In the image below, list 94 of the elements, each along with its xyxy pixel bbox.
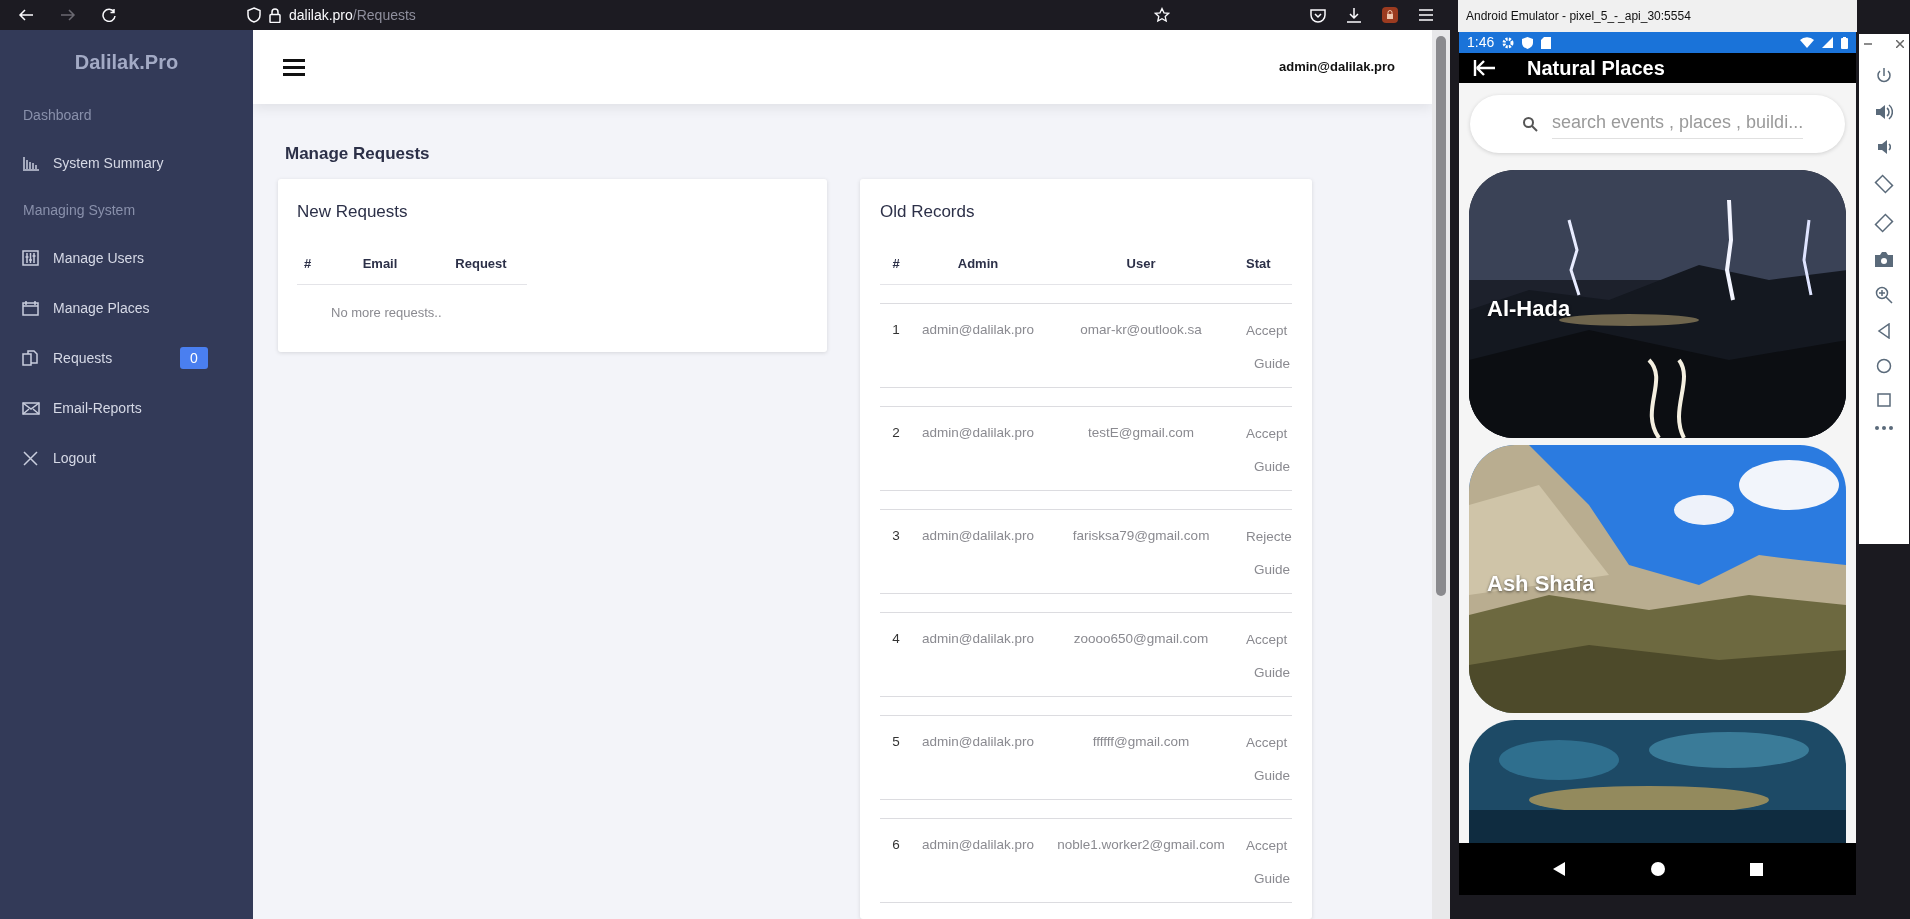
column-header: # xyxy=(892,254,900,273)
overview-icon[interactable] xyxy=(1750,862,1764,876)
scrollbar[interactable] xyxy=(1432,30,1450,919)
download-icon[interactable] xyxy=(1346,7,1362,23)
sidebar-item[interactable]: Manage Users xyxy=(0,233,253,283)
column-header: User xyxy=(1126,254,1156,273)
column-header: Stat xyxy=(1246,254,1271,273)
table-cell-text: farisksa79@gmail.com xyxy=(1072,527,1210,546)
table-cell-text: 1 xyxy=(892,321,900,340)
table-cell-text: admin@dalilak.pro xyxy=(922,321,1034,340)
envelope-icon xyxy=(22,400,40,416)
table-cell-text: ffffff@gmail.com xyxy=(1092,733,1190,752)
extension-icon[interactable] xyxy=(1382,7,1398,23)
place-name[interactable]: Al-Hada xyxy=(1487,292,1571,325)
calendar-icon xyxy=(22,300,40,316)
volume-down-icon[interactable] xyxy=(1877,139,1891,155)
table-cell-text: admin@dalilak.pro xyxy=(922,733,1034,752)
home-icon[interactable] xyxy=(1651,862,1665,876)
table-cell-text: Accept xyxy=(1246,837,1288,855)
zoom-icon[interactable] xyxy=(1875,286,1893,304)
sidebar-item[interactable]: Email-Reports xyxy=(0,383,253,433)
table-cell-text: zoooo650@gmail.com xyxy=(1073,630,1209,649)
column-header: Admin xyxy=(957,254,999,273)
minimize-icon[interactable] xyxy=(1864,40,1872,48)
table-cell-text: Guide xyxy=(1254,767,1291,785)
table-cell-text: Guide xyxy=(1254,870,1291,888)
table-cell-text: Guide xyxy=(1254,561,1291,579)
table-cell-text: admin@dalilak.pro xyxy=(922,836,1034,855)
sidebar-item[interactable]: Manage Places xyxy=(0,283,253,333)
empty-message: No more requests.. xyxy=(331,305,442,320)
table-cell-text: testE@gmail.com xyxy=(1088,424,1194,443)
menu-icon[interactable] xyxy=(1418,9,1434,21)
back-icon[interactable] xyxy=(1551,861,1566,877)
shield-icon xyxy=(1522,36,1534,49)
table-cell-text: 3 xyxy=(892,527,900,546)
table-cell-text: Guide xyxy=(1254,458,1291,476)
card-title: Old Records xyxy=(880,201,975,223)
back-arrow-icon[interactable] xyxy=(1473,58,1497,78)
more-icon[interactable] xyxy=(1875,426,1893,430)
table-cell-text: Guide xyxy=(1254,664,1291,682)
table-cell-text: admin@dalilak.pro xyxy=(922,424,1034,443)
forward-icon[interactable] xyxy=(60,8,76,22)
table-cell-text: 6 xyxy=(892,836,900,855)
menu-icon[interactable] xyxy=(283,58,305,76)
url-text: dalilak.pro/Requests xyxy=(289,5,416,25)
search-icon xyxy=(1522,116,1538,132)
documents-icon xyxy=(22,350,40,366)
sd-card-icon xyxy=(1541,36,1552,49)
table-cell-text: Accept xyxy=(1246,734,1288,752)
table-cell-text: admin@dalilak.pro xyxy=(922,630,1034,649)
table-cell-text: Rejecte xyxy=(1246,528,1292,546)
sidebar-item[interactable]: System Summary xyxy=(0,138,253,188)
table-cell-text: Accept xyxy=(1246,631,1288,649)
bar-chart-icon xyxy=(22,155,40,171)
section-heading: Managing System xyxy=(23,201,136,220)
column-header: Request xyxy=(455,255,507,271)
shield-icon xyxy=(247,7,261,23)
table-cell-text: Accept xyxy=(1246,322,1288,340)
table-cell-text: 2 xyxy=(892,424,900,443)
close-icon[interactable] xyxy=(1896,40,1904,48)
power-icon[interactable] xyxy=(1875,67,1893,85)
table-cell-text: admin@dalilak.pro xyxy=(922,527,1034,546)
pocket-icon[interactable] xyxy=(1310,7,1326,23)
table-cell-text: Guide xyxy=(1254,355,1291,373)
lock-icon xyxy=(269,7,281,23)
signal-icon xyxy=(1822,37,1833,48)
close-icon xyxy=(22,450,40,466)
account-email[interactable]: admin@dalilak.pro xyxy=(1279,57,1395,77)
table-cell-text: noble1.worker2@gmail.com xyxy=(1057,836,1225,855)
app-title: Natural Places xyxy=(1527,56,1665,81)
sidebar-item[interactable]: Logout xyxy=(0,433,253,483)
card-title: New Requests xyxy=(297,201,408,223)
table-cell-text: 4 xyxy=(892,630,900,649)
sliders-icon xyxy=(22,250,40,266)
column-header: Email xyxy=(362,255,398,271)
section-heading: Dashboard xyxy=(23,106,92,125)
column-header: # xyxy=(304,255,312,271)
table-cell-text: Accept xyxy=(1246,425,1288,443)
camera-icon[interactable] xyxy=(1875,252,1893,267)
gear-icon xyxy=(1502,36,1515,49)
status-time: 1:46 xyxy=(1467,33,1495,52)
search-placeholder: search events , places , buildi... xyxy=(1552,109,1804,139)
sidebar-item[interactable]: Requests 0 xyxy=(0,333,253,383)
reload-icon[interactable] xyxy=(102,8,116,22)
brand-title: Dalilak.Pro xyxy=(74,49,179,75)
page-title: Manage Requests xyxy=(285,144,430,163)
battery-icon xyxy=(1841,36,1848,49)
count-badge: 0 xyxy=(180,347,208,369)
wifi-icon xyxy=(1800,37,1814,48)
emulator-title: Android Emulator - pixel_5_-_api_30:5554 xyxy=(1466,8,1691,25)
bookmark-star-icon[interactable] xyxy=(1154,7,1170,23)
table-cell-text: omar-kr@outlook.sa xyxy=(1080,321,1202,340)
volume-up-icon[interactable] xyxy=(1875,104,1893,120)
table-cell-text: 5 xyxy=(892,733,900,752)
